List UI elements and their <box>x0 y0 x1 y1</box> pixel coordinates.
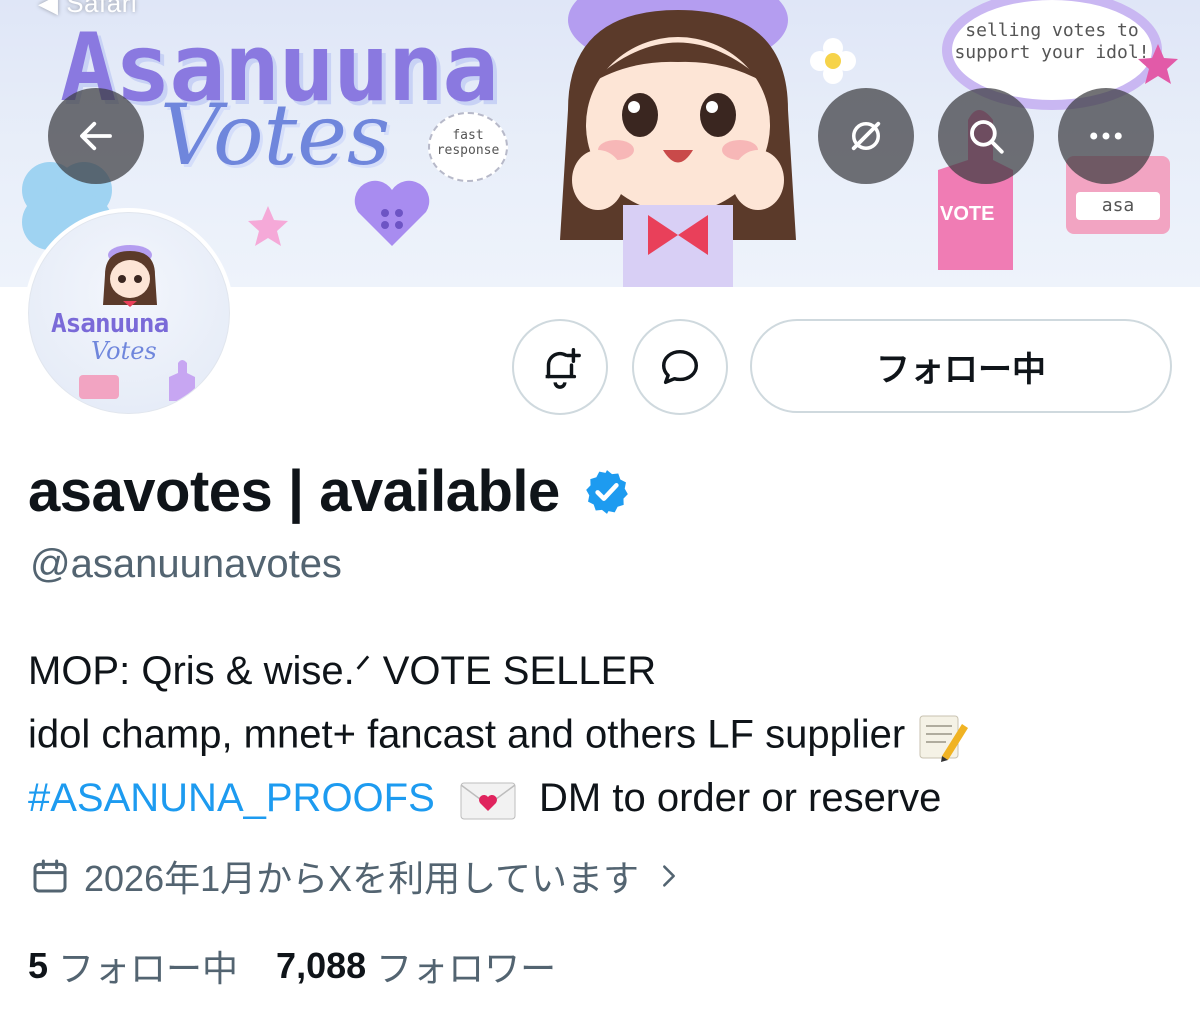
chevron-right-icon <box>663 865 675 887</box>
bell-plus-icon <box>545 348 581 389</box>
avatar-foam-hand-icon <box>169 360 195 401</box>
star-sticker-icon <box>248 206 288 246</box>
memo-pencil-icon <box>919 715 969 762</box>
search-icon <box>970 120 1004 154</box>
vote-sign-text: VOTE <box>940 203 994 225</box>
avatar-subtitle: Votes <box>91 337 157 365</box>
name-tag-text: asa <box>1076 192 1160 220</box>
bio-line-3: #ASANUNA_PROOFS DM to order or reserve <box>28 776 941 823</box>
avatar-title: Asanuuna <box>51 309 169 339</box>
heart-button-sticker-icon <box>354 180 430 246</box>
message-button[interactable] <box>632 319 728 415</box>
follow-stats: 5 フォロー中 7,088 フォロワー <box>28 940 556 992</box>
joined-date-row[interactable]: 2026年1月からXを利用しています <box>30 850 697 902</box>
following-label: フォロー中 <box>58 948 239 989</box>
user-handle: @asanuunavotes <box>30 542 342 586</box>
joined-date-text: 2026年1月からXを利用しています <box>84 858 640 899</box>
avatar-name-tag <box>79 375 119 399</box>
display-name-row: asavotes | available <box>28 458 632 525</box>
bio-line-2-text: idol champ, mnet+ fancast and others LF … <box>28 712 906 757</box>
verified-badge-icon[interactable] <box>582 467 632 517</box>
bio-hashtag-link[interactable]: #ASANUNA_PROOFS <box>28 776 435 820</box>
back-button[interactable] <box>48 88 144 184</box>
search-button[interactable] <box>938 88 1034 184</box>
chat-bubble-icon <box>661 349 699 385</box>
banner-subtitle: Votes <box>160 86 391 184</box>
love-letter-icon <box>460 782 516 820</box>
banner-bubble-fast: fast response <box>428 112 508 182</box>
notification-subscribe-button[interactable] <box>512 319 608 415</box>
grok-icon <box>851 121 881 151</box>
more-icon <box>1090 132 1122 140</box>
bio-line-2: idol champ, mnet+ fancast and others LF … <box>28 712 970 762</box>
flower-sticker-icon <box>810 38 856 84</box>
display-name: asavotes | available <box>28 459 560 524</box>
bio-line-1: MOP: Qris & wise.ᐟ VOTE SELLER <box>28 649 657 693</box>
back-arrow-icon <box>80 121 112 151</box>
profile-avatar[interactable]: Asanuuna Votes <box>24 208 234 418</box>
avatar-image: Asanuuna Votes <box>28 212 230 414</box>
followers-count: 7,088 <box>276 945 367 986</box>
following-button[interactable]: フォロー中 <box>750 319 1172 413</box>
following-count: 5 <box>28 945 49 986</box>
more-options-button[interactable] <box>1058 88 1154 184</box>
grok-button[interactable] <box>818 88 914 184</box>
bio-line-3-text: DM to order or reserve <box>539 776 942 820</box>
calendar-icon <box>33 859 67 893</box>
followers-label: フォロワー <box>376 948 557 989</box>
followers-link[interactable]: 7,088 フォロワー <box>276 940 556 992</box>
avatar-character-icon <box>103 245 157 307</box>
star-sticker-pink-icon <box>1138 44 1178 84</box>
banner-character-illustration <box>560 0 796 287</box>
following-link[interactable]: 5 フォロー中 <box>28 940 238 992</box>
